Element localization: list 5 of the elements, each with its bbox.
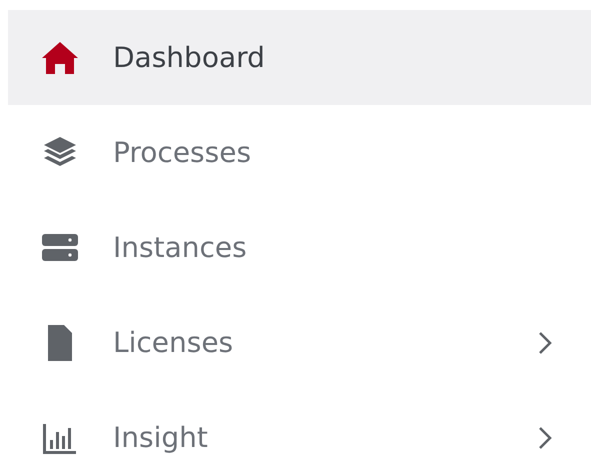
sidebar-item[interactable]: Insight bbox=[8, 390, 591, 455]
sidebar-item[interactable]: Licenses bbox=[8, 295, 591, 390]
sidebar-item[interactable]: Dashboard bbox=[8, 10, 591, 105]
sidebar-item[interactable]: Processes bbox=[8, 105, 591, 200]
sidebar-item[interactable]: Instances bbox=[8, 200, 591, 295]
